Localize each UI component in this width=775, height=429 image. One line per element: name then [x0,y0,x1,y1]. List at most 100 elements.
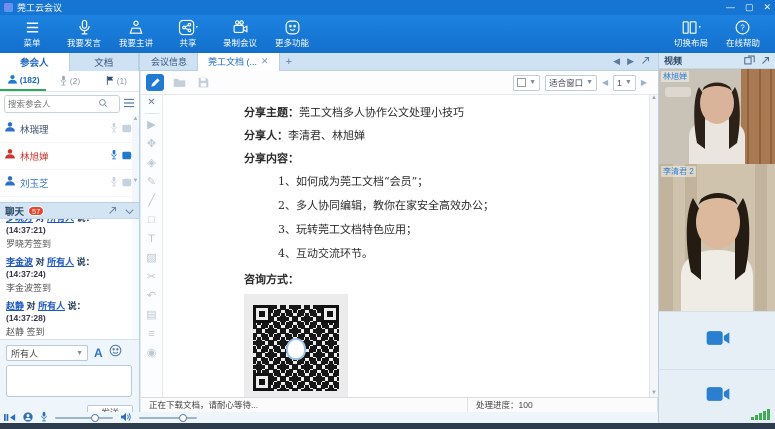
participant-search [4,95,120,113]
menu-button[interactable]: 菜单 [15,16,49,52]
sender-link[interactable]: 罗晓芳 [6,219,33,223]
font-style-button[interactable]: A [94,346,103,360]
open-folder-button[interactable] [170,74,188,91]
close-tab-icon[interactable]: ✕ [261,56,269,67]
expand-document-icon[interactable] [641,56,650,67]
target-link[interactable]: 所有人 [38,301,65,311]
cut-tool-icon[interactable]: ✂ [147,268,156,287]
image-tool-icon[interactable]: ▨ [146,249,156,268]
message-input[interactable] [6,365,132,397]
recipient-select[interactable]: 所有人▼ [6,345,88,361]
annotation-tool-strip: ✕ ▶ ✥ ◈ ✎ ╱ □ T ▨ ✂ ↶ ▤ ≡ ◉ [141,95,163,397]
subtab-all-participants[interactable]: (182) [0,71,46,91]
line-tool-icon[interactable]: ╱ [148,192,155,211]
color-picker-dropdown[interactable]: ▼ [513,75,540,91]
more-features-button[interactable]: 更多功能 [275,16,309,52]
annotate-pen-button[interactable] [146,74,164,91]
subtab-mic-on[interactable]: (2) [46,71,92,91]
mic-on-icon[interactable] [110,147,118,165]
video-feed-2[interactable]: 李清君 2 [659,164,775,311]
help-icon: ? [734,19,751,36]
close-strip-icon[interactable]: ✕ [147,97,155,111]
eraser-tool-icon[interactable]: ◈ [147,154,155,173]
qr-finder [321,305,339,323]
text-tool-icon[interactable]: T [148,230,155,249]
qq-qrcode-block [244,294,348,397]
undo-tool-icon[interactable]: ↶ [147,287,156,306]
prev-page-icon[interactable]: ◀ [602,78,608,87]
chat-header[interactable]: 聊天 57 [0,202,139,219]
participant-row[interactable]: 刘玉芝 [0,170,139,197]
document-canvas[interactable]: 分享主题：莞工文档多人协作公文处理小技巧 分享人：李清君、林旭婵 分享内容： 1… [163,95,658,397]
zoom-fit-dropdown[interactable]: 适合窗口▼ [545,75,597,91]
tab-scroll-left-icon[interactable]: ◀ [613,56,620,67]
sender-link[interactable]: 赵静 [6,301,24,311]
close-button[interactable]: ✕ [763,3,771,12]
video-feed-1[interactable]: 林旭婵 [659,69,775,164]
bottom-dark-strip [0,423,775,429]
online-help-button[interactable]: ? 在线帮助 [726,16,760,52]
pointer-tool-icon[interactable]: ▶ [147,116,155,135]
chat-composer: 所有人▼ A 发送 [0,339,139,414]
document-scrollbar[interactable]: ▲ ▼ [649,95,658,397]
swap-video-icon[interactable] [744,52,755,70]
pages-tool-icon[interactable]: ▤ [146,306,156,325]
tab-scroll-right-icon[interactable]: ▶ [627,56,634,67]
participant-row[interactable]: 林旭婵 [0,143,139,170]
flag-icon [105,75,115,88]
empty-video-slot-1[interactable] [659,311,775,369]
chat-scrollbar[interactable] [132,219,139,339]
maximize-button[interactable]: ▢ [745,3,754,12]
pan-tool-icon[interactable]: ✥ [147,135,156,154]
expand-video-icon[interactable] [761,52,770,70]
mic-off-icon[interactable] [110,174,118,192]
search-icon[interactable] [98,95,108,113]
smiley-icon [284,19,301,36]
tab-documents[interactable]: 文档 [70,53,140,71]
next-page-icon[interactable]: ▶ [641,78,647,87]
search-input[interactable] [8,99,98,109]
switch-layout-button[interactable]: 切换布局 [674,16,708,52]
record-meeting-button[interactable]: 录制会议 [223,16,257,52]
qr-finder [253,373,271,391]
stamp-tool-icon[interactable]: ◉ [147,344,157,363]
download-status-text: 正在下载文档，请耐心等待... [141,398,468,412]
participant-row-clipped[interactable] [0,197,139,202]
add-tab-button[interactable]: + [286,56,292,68]
doc-content-label: 分享内容： [244,150,658,166]
page-number-dropdown[interactable]: 1▼ [613,75,636,91]
pen-tool-icon[interactable]: ✎ [147,173,156,192]
request-speak-button[interactable]: 我要发言 [67,16,101,52]
main-toolbar: 菜单 我要发言 我要主讲 共享 录制会议 更多功能 切换布局 [0,15,775,53]
slider-knob[interactable] [179,414,187,422]
doc-list-item: 1、如何成为莞工文档“会员”； [278,173,658,189]
mic-volume-slider[interactable] [55,417,113,419]
sidebar: 参会人 文档 (182) (2) (1) [0,53,140,412]
tab-shared-document[interactable]: 莞工文档 (... ✕ [197,53,280,71]
list-tool-icon[interactable]: ≡ [148,325,154,344]
tab-meeting-info[interactable]: 会议信息 [141,53,197,71]
empty-video-slot-2[interactable] [659,369,775,422]
participant-row[interactable]: 林瑞理 [0,116,139,143]
minimize-button[interactable]: — [726,3,735,12]
camera-placeholder-icon [706,386,730,407]
subtab-flagged[interactable]: (1) [93,71,139,91]
save-button[interactable] [194,74,212,91]
sender-link[interactable]: 李金波 [6,257,33,267]
share-button[interactable]: 共享 [171,16,205,52]
participant-scrollbar[interactable]: ▲▼ [132,116,139,202]
target-link[interactable]: 所有人 [47,219,74,223]
target-link[interactable]: 所有人 [47,257,74,267]
chevron-down-icon[interactable] [125,202,134,220]
list-view-icon[interactable] [123,95,135,113]
slider-knob[interactable] [91,414,99,422]
emoji-button[interactable] [109,344,122,362]
mic-icon [59,75,68,88]
mic-off-icon[interactable] [110,120,118,138]
request-present-button[interactable]: 我要主讲 [119,16,153,52]
tab-participants[interactable]: 参会人 [0,53,70,71]
chat-popout-icon[interactable] [108,202,117,220]
rectangle-tool-icon[interactable]: □ [148,211,155,230]
speaker-volume-slider[interactable] [139,417,197,419]
doc-presenter-line: 分享人：李清君、林旭婵 [244,127,658,143]
